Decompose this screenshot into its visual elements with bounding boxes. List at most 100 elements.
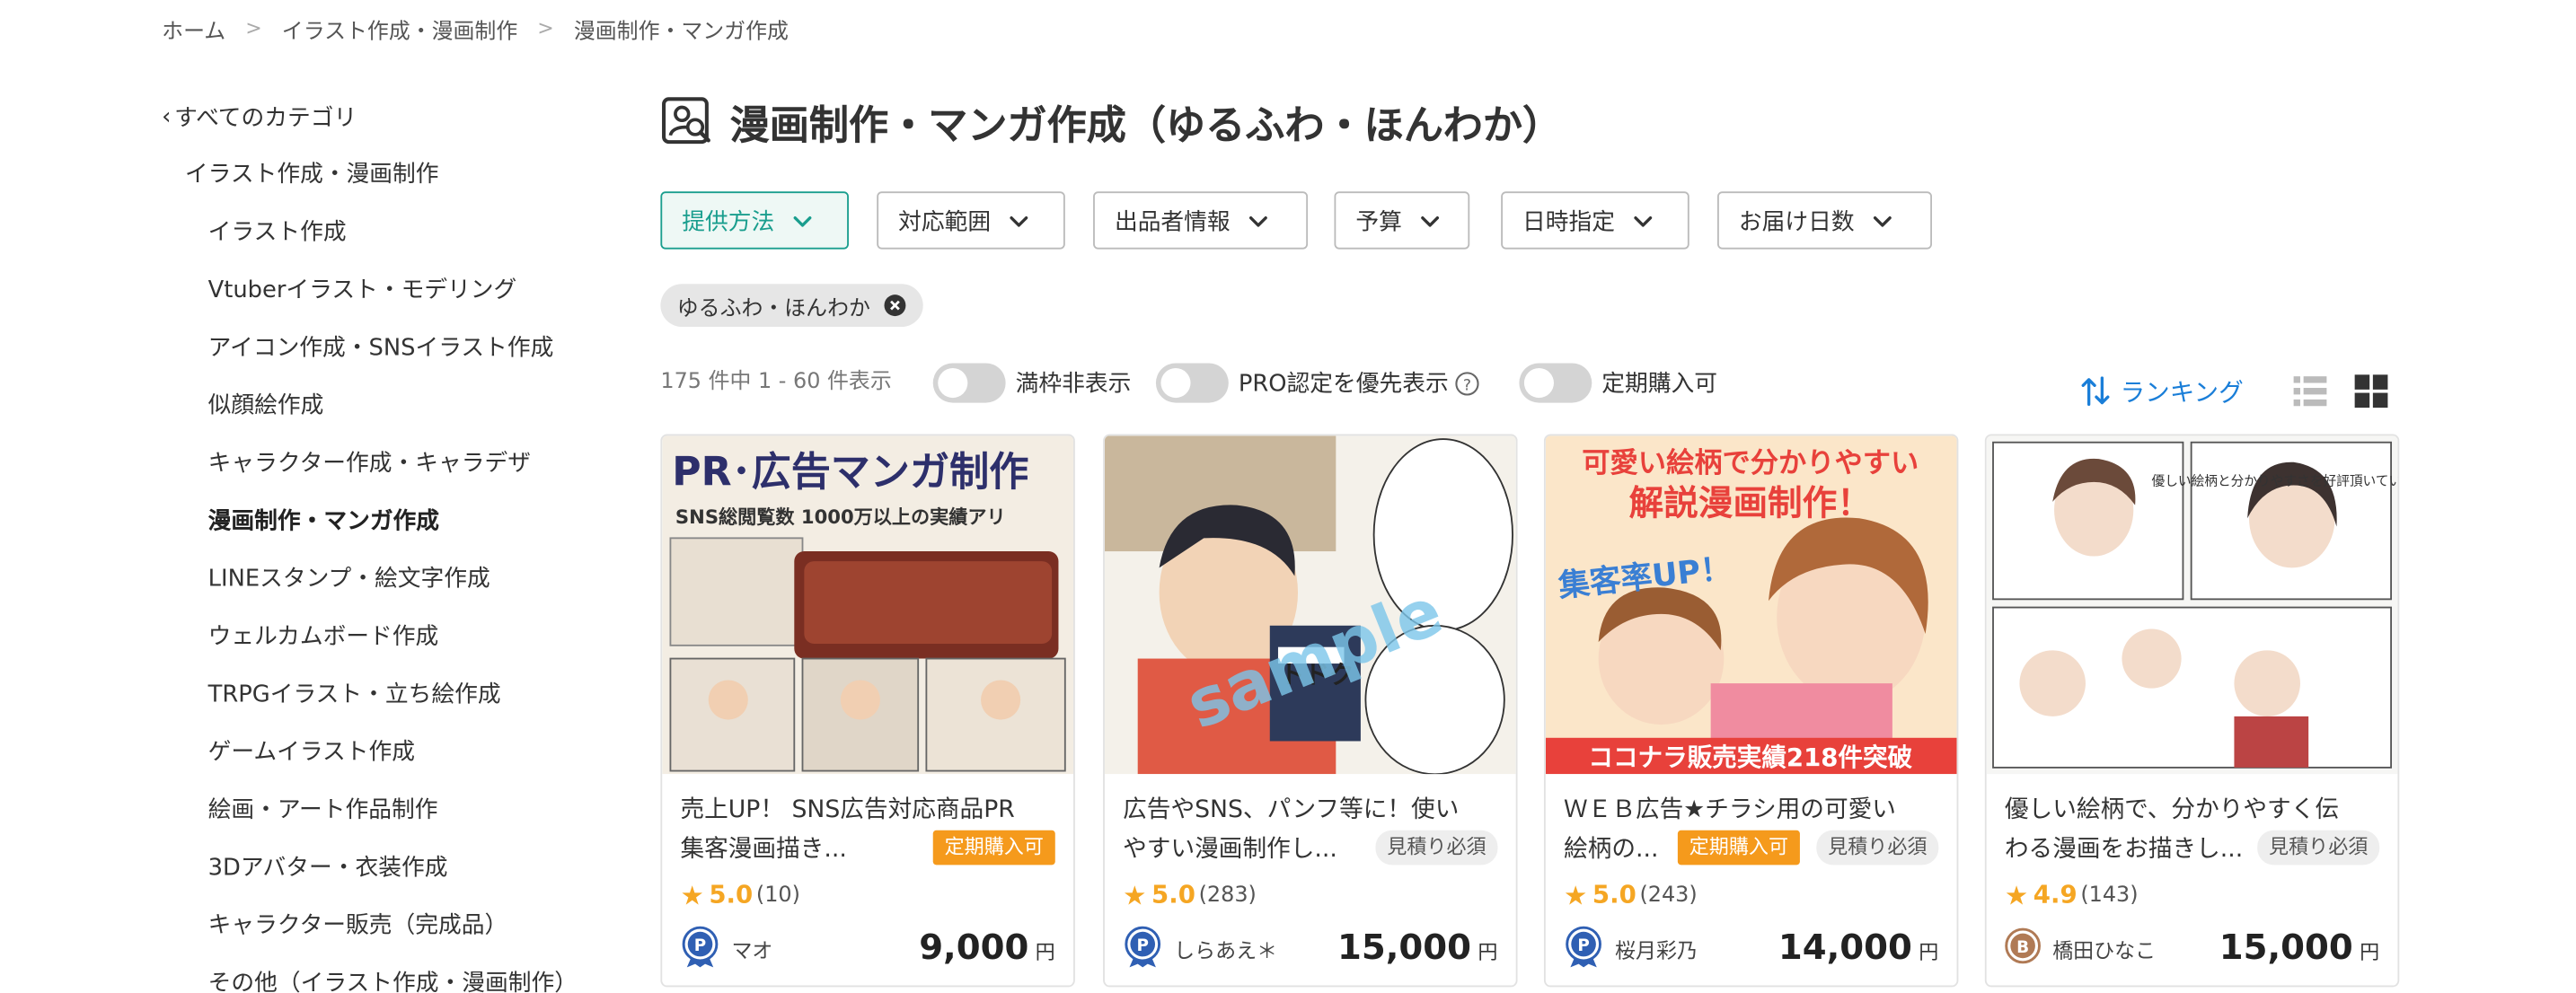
toggle-subscription[interactable]: 定期購入可: [1519, 362, 1717, 405]
filter-dropdown[interactable]: 出品者情報: [1093, 191, 1309, 250]
list-view-icon[interactable]: [2292, 373, 2328, 409]
star-icon: ★: [680, 878, 704, 910]
page: ホーム > イラスト作成・漫画制作 > 漫画制作・マンガ作成 ‹ すべてのカテゴ…: [0, 0, 2576, 993]
service-card[interactable]: 優しい絵柄と分かりやすさを好評頂いています優しい絵柄で、分かりやすく伝わる漫画を…: [1984, 434, 2400, 988]
chevron-down-icon: [1634, 215, 1653, 226]
sidebar-item[interactable]: 似顔絵作成: [162, 388, 624, 424]
review-count: (10): [755, 882, 800, 908]
seller-info[interactable]: P マオ: [680, 926, 772, 969]
sidebar-item[interactable]: アイコン作成・SNSイラスト作成: [162, 330, 624, 366]
sidebar-item[interactable]: キャラクター作成・キャラデザ: [162, 445, 624, 481]
subscription-badge: 定期購入可: [1677, 830, 1800, 866]
toggle-switch[interactable]: [1155, 363, 1229, 403]
toggle-pro-priority[interactable]: PRO認定を優先表示 ?: [1155, 362, 1480, 405]
toggle-switch[interactable]: [1519, 363, 1592, 403]
service-rating: ★ 5.0 (283): [1123, 878, 1257, 911]
search-person-icon: [662, 97, 710, 145]
active-filter-label: ゆるふわ・ほんわか: [676, 296, 870, 321]
review-count: (283): [1198, 882, 1257, 908]
filter-dropdown[interactable]: 予算: [1334, 191, 1470, 250]
toggle-switch[interactable]: [932, 363, 1006, 403]
pro-badge-icon: P: [1125, 926, 1161, 968]
sidebar-parent-category[interactable]: イラスト作成・漫画制作: [162, 157, 624, 193]
sort-label: ランキング: [2120, 377, 2244, 408]
pro-badge-icon: P: [1566, 926, 1601, 968]
price-value: 14,000: [1778, 927, 1912, 968]
service-card[interactable]: トドク sample 広告やSNS、パンフ等に！使い やすい漫画制作し... 見積り必須…: [1103, 434, 1518, 988]
filter-label: 提供方法: [682, 208, 775, 235]
all-categories-link[interactable]: ‹ すべてのカテゴリ: [162, 99, 624, 135]
seller-info[interactable]: P しらあえ＊: [1123, 926, 1277, 969]
breadcrumb-home[interactable]: ホーム: [162, 13, 225, 44]
help-icon[interactable]: ?: [1455, 371, 1480, 396]
all-categories-label: すべてのカテゴリ: [174, 105, 357, 133]
service-thumbnail[interactable]: トドク sample: [1104, 435, 1516, 775]
filter-dropdown[interactable]: 提供方法: [660, 191, 849, 250]
remove-tag-icon[interactable]: [884, 294, 907, 317]
sidebar-item[interactable]: イラスト作成: [162, 215, 624, 250]
service-rating: ★ 5.0 (243): [1564, 878, 1698, 911]
toggle-hide-full[interactable]: 満枠非表示: [932, 362, 1132, 405]
service-price: 14,000 円: [1778, 927, 1938, 971]
price-value: 9,000: [919, 927, 1029, 968]
active-filter-tag: ゆるふわ・ほんわか: [660, 284, 923, 328]
result-count: 175 件中 1 - 60 件表示: [660, 369, 892, 395]
star-icon: ★: [1564, 878, 1588, 910]
page-title: 漫画制作・マンガ作成（ゆるふわ・ほんわか）: [729, 101, 1563, 148]
seller-name: 桜月彩乃: [1615, 936, 1698, 962]
price-currency: 円: [1478, 940, 1498, 964]
pro-badge-icon: P: [682, 926, 719, 968]
breadcrumb-illustration[interactable]: イラスト作成・漫画制作: [282, 13, 517, 44]
rating-value: 4.9: [2033, 879, 2078, 910]
sidebar-item[interactable]: 3Dアバター・衣装作成: [162, 850, 624, 886]
service-thumbnail[interactable]: 可愛い絵柄で分かりやすい 解説漫画制作！ 集客率UP！ ココナラ販売実績218件突破: [1545, 435, 1957, 775]
thumb-footer: ココナラ販売実績218件突破: [1588, 743, 1912, 772]
svg-text:B: B: [2016, 938, 2029, 957]
filter-label: 対応範囲: [898, 208, 992, 235]
toggle-label: 定期購入可: [1601, 371, 1717, 399]
toggle-label: 満枠非表示: [1015, 371, 1132, 399]
price-value: 15,000: [2219, 927, 2353, 968]
sidebar-item[interactable]: LINEスタンプ・絵文字作成: [162, 561, 624, 597]
sidebar-item[interactable]: 漫画制作・マンガ作成: [162, 504, 624, 540]
service-title-line: 広告やSNS、パンフ等に！使い: [1123, 796, 1460, 824]
filter-label: 予算: [1355, 208, 1402, 235]
chevron-down-icon: [1873, 215, 1892, 226]
seller-name: しらあえ＊: [1174, 936, 1278, 962]
thumb-headline: PR･広告マンガ制作: [672, 450, 1028, 496]
service-card[interactable]: PR･広告マンガ制作 SNS総閲覧数 1000万以上の実績アリ 売上UP！ SNS広…: [660, 434, 1075, 988]
sidebar-item[interactable]: TRPGイラスト・立ち絵作成: [162, 677, 624, 713]
star-icon: ★: [1123, 878, 1147, 910]
sidebar-item[interactable]: ウェルカムボード作成: [162, 619, 624, 655]
sidebar-item[interactable]: ゲームイラスト作成: [162, 734, 624, 770]
thumb-subline: 解説漫画制作！: [1629, 484, 1872, 524]
sidebar-item[interactable]: キャラクター販売（完成品）: [162, 908, 624, 944]
service-thumbnail[interactable]: PR･広告マンガ制作 SNS総閲覧数 1000万以上の実績アリ: [662, 435, 1073, 775]
thumb-caption: 優しい絵柄と分かりやすさを好評頂いています: [2152, 474, 2398, 489]
breadcrumb-separator: >: [537, 16, 554, 40]
page-header: 漫画制作・マンガ作成（ゆるふわ・ほんわか）: [660, 91, 1562, 150]
seller-info[interactable]: B 橋田ひなこ: [2005, 926, 2156, 969]
filter-dropdown[interactable]: 対応範囲: [877, 191, 1065, 250]
filter-label: 出品者情報: [1114, 208, 1231, 235]
service-rating: ★ 5.0 (10): [680, 878, 799, 911]
service-card[interactable]: 可愛い絵柄で分かりやすい 解説漫画制作！ 集客率UP！ ココナラ販売実績218件突破 Ｗ…: [1543, 434, 1959, 988]
category-sidebar: ‹ すべてのカテゴリ イラスト作成・漫画制作 イラスト作成 Vtuberイラスト・…: [162, 99, 624, 993]
service-title-line: ＷＥＢ広告★チラシ用の可愛い: [1564, 796, 1896, 824]
breadcrumb-current[interactable]: 漫画制作・マンガ作成: [574, 13, 789, 44]
chevron-down-icon: [1248, 215, 1267, 226]
service-price: 9,000 円: [919, 927, 1055, 971]
star-icon: ★: [2004, 878, 2029, 910]
sidebar-item[interactable]: Vtuberイラスト・モデリング: [162, 272, 624, 308]
sort-ranking-button[interactable]: ランキング: [2080, 372, 2244, 411]
review-count: (143): [2080, 882, 2139, 908]
service-thumbnail[interactable]: 優しい絵柄と分かりやすさを好評頂いています: [1986, 435, 2398, 775]
breadcrumb-separator: >: [245, 16, 262, 40]
sidebar-item[interactable]: 絵画・アート作品制作: [162, 792, 624, 828]
sidebar-item[interactable]: その他（イラスト作成・漫画制作）: [162, 965, 624, 993]
price-currency: 円: [1035, 940, 1055, 964]
filter-dropdown[interactable]: お届け日数: [1716, 191, 1932, 250]
grid-view-icon[interactable]: [2353, 373, 2389, 409]
filter-dropdown[interactable]: 日時指定: [1501, 191, 1689, 250]
seller-info[interactable]: P 桜月彩乃: [1564, 926, 1698, 969]
